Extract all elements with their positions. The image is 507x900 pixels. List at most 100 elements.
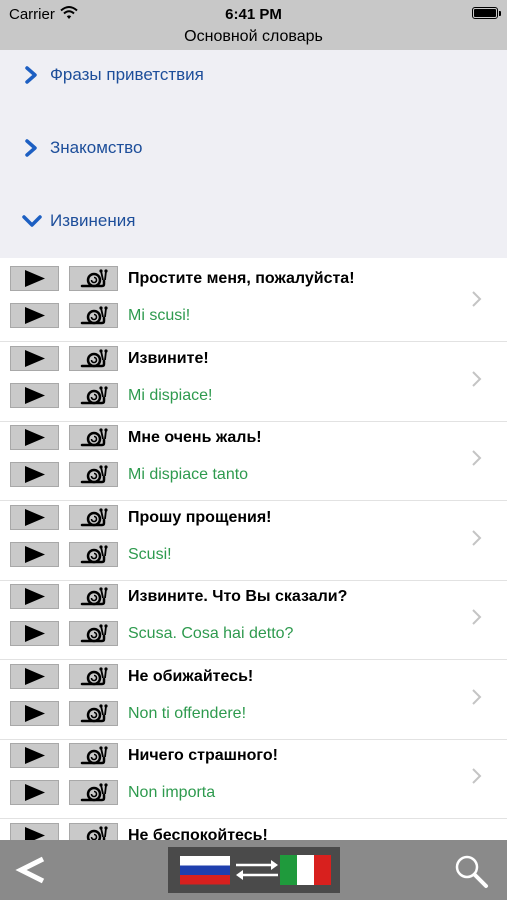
play-russian-button[interactable] <box>10 743 59 768</box>
play-russian-button[interactable] <box>10 504 59 530</box>
snail-icon <box>80 746 108 765</box>
status-time: 6:41 PM <box>225 6 282 23</box>
slow-play-russian-button[interactable] <box>69 425 118 450</box>
play-russian-button[interactable] <box>10 266 59 291</box>
play-icon <box>25 349 45 367</box>
play-icon <box>25 784 45 801</box>
phrase-row[interactable]: Не беспокойтесь! <box>0 819 507 841</box>
chevron-right-icon <box>25 139 37 157</box>
russian-phrase: Прошу прощения! <box>128 508 272 526</box>
slow-play-russian-button[interactable] <box>69 584 118 609</box>
snail-icon <box>80 666 108 685</box>
phrase-row[interactable]: Не обижайтесь! Non ti offendere! <box>0 660 507 740</box>
play-icon <box>25 747 45 764</box>
play-russian-button[interactable] <box>10 663 59 689</box>
snail-icon <box>80 306 108 325</box>
italian-phrase: Mi scusi! <box>128 307 191 324</box>
disclosure-chevron-icon <box>472 370 482 387</box>
disclosure-chevron-icon <box>472 450 482 466</box>
disclosure-chevron-icon <box>472 688 482 705</box>
play-italian-button[interactable] <box>10 541 59 567</box>
category-label: Извинения <box>50 211 136 230</box>
snail-icon <box>80 428 108 447</box>
slow-play-italian-button[interactable] <box>69 700 118 726</box>
category-acquaintance[interactable]: Знакомство <box>0 128 507 168</box>
disclosure-chevron-icon <box>472 768 482 784</box>
play-icon <box>25 429 45 446</box>
italian-phrase: Mi dispiace tanto <box>128 466 249 483</box>
category-apologies[interactable]: Извинения <box>0 201 507 241</box>
snail-icon <box>80 507 108 526</box>
play-icon <box>25 307 45 324</box>
slow-play-italian-button[interactable] <box>69 303 118 328</box>
play-italian-button[interactable] <box>10 303 59 328</box>
russian-phrase: Ничего страшного! <box>128 747 278 764</box>
slow-play-russian-button[interactable] <box>69 663 118 689</box>
bottom-toolbar <box>0 840 507 900</box>
slow-play-italian-button[interactable] <box>69 780 118 805</box>
play-russian-button[interactable] <box>10 822 59 840</box>
phrase-row[interactable]: Прошу прощения! Scusi! <box>0 501 507 581</box>
play-italian-button[interactable] <box>10 700 59 726</box>
russian-phrase: Не беспокойтесь! <box>128 826 268 841</box>
phrase-row[interactable]: Ничего страшного! Non importa <box>0 739 507 819</box>
category-label: Знакомство <box>50 138 143 157</box>
disclosure-chevron-icon <box>472 291 482 307</box>
slow-play-italian-button[interactable] <box>69 462 118 487</box>
slow-play-italian-button[interactable] <box>69 621 118 646</box>
italian-phrase: Mi dispiace! <box>128 386 213 404</box>
play-icon <box>25 704 45 722</box>
battery-icon <box>472 7 501 19</box>
snail-icon <box>80 783 108 802</box>
play-russian-button[interactable] <box>10 425 59 450</box>
play-russian-button[interactable] <box>10 584 59 609</box>
disclosure-chevron-icon <box>472 529 482 546</box>
play-icon <box>25 386 45 404</box>
snail-icon <box>80 544 108 563</box>
phrase-row[interactable]: Извините. Что Вы сказали? Scusa. Cosa hai… <box>0 580 507 660</box>
play-icon <box>25 545 45 563</box>
italian-phrase: Non importa <box>128 784 216 801</box>
phrase-row[interactable]: Извините! Mi dispiace! <box>0 342 507 422</box>
phrase-row[interactable]: Мне очень жаль! Mi dispiace tanto <box>0 421 507 501</box>
language-switch-button[interactable] <box>168 847 340 893</box>
play-icon <box>25 625 45 642</box>
russian-phrase: Не обижайтесь! <box>128 667 254 685</box>
slow-play-italian-button[interactable] <box>69 541 118 567</box>
play-italian-button[interactable] <box>10 621 59 646</box>
slow-play-russian-button[interactable] <box>69 345 118 371</box>
slow-play-russian-button[interactable] <box>69 504 118 530</box>
category-label: Фразы приветствия <box>50 65 204 84</box>
play-icon <box>25 466 45 483</box>
russian-phrase: Простите меня, пожалуйста! <box>128 270 355 287</box>
snail-icon <box>80 348 108 367</box>
chevron-right-icon <box>25 66 37 84</box>
chevron-down-icon <box>22 215 42 227</box>
play-italian-button[interactable] <box>10 780 59 805</box>
play-russian-button[interactable] <box>10 345 59 371</box>
snail-icon <box>80 465 108 484</box>
russian-phrase: Извините! <box>128 349 209 367</box>
play-italian-button[interactable] <box>10 462 59 487</box>
slow-play-russian-button[interactable] <box>69 266 118 291</box>
slow-play-italian-button[interactable] <box>69 382 118 408</box>
search-icon[interactable] <box>452 852 490 890</box>
status-bar: Carrier 6:41 PM <box>0 5 507 25</box>
category-greetings[interactable]: Фразы приветствия <box>0 55 507 95</box>
swap-arrows-icon <box>236 860 278 880</box>
snail-icon <box>86 825 108 840</box>
play-italian-button[interactable] <box>10 382 59 408</box>
play-icon <box>25 667 45 685</box>
phrase-list: Простите меня, пожалуйста! Mi scusi! Извин… <box>0 262 507 840</box>
category-list: Фразы приветствия Знакомство Извинения <box>0 50 507 258</box>
page-title: Основной словарь <box>184 28 323 45</box>
snail-icon <box>80 385 108 404</box>
snail-icon <box>80 269 108 288</box>
slow-play-russian-button[interactable] <box>69 822 118 840</box>
russia-flag-icon <box>180 856 230 885</box>
phrase-row[interactable]: Простите меня, пожалуйста! Mi scusi! <box>0 262 507 342</box>
italian-phrase: Scusi! <box>128 545 172 563</box>
slow-play-russian-button[interactable] <box>69 743 118 768</box>
back-chevron-icon[interactable] <box>12 850 50 890</box>
italy-flag-icon <box>280 855 331 885</box>
